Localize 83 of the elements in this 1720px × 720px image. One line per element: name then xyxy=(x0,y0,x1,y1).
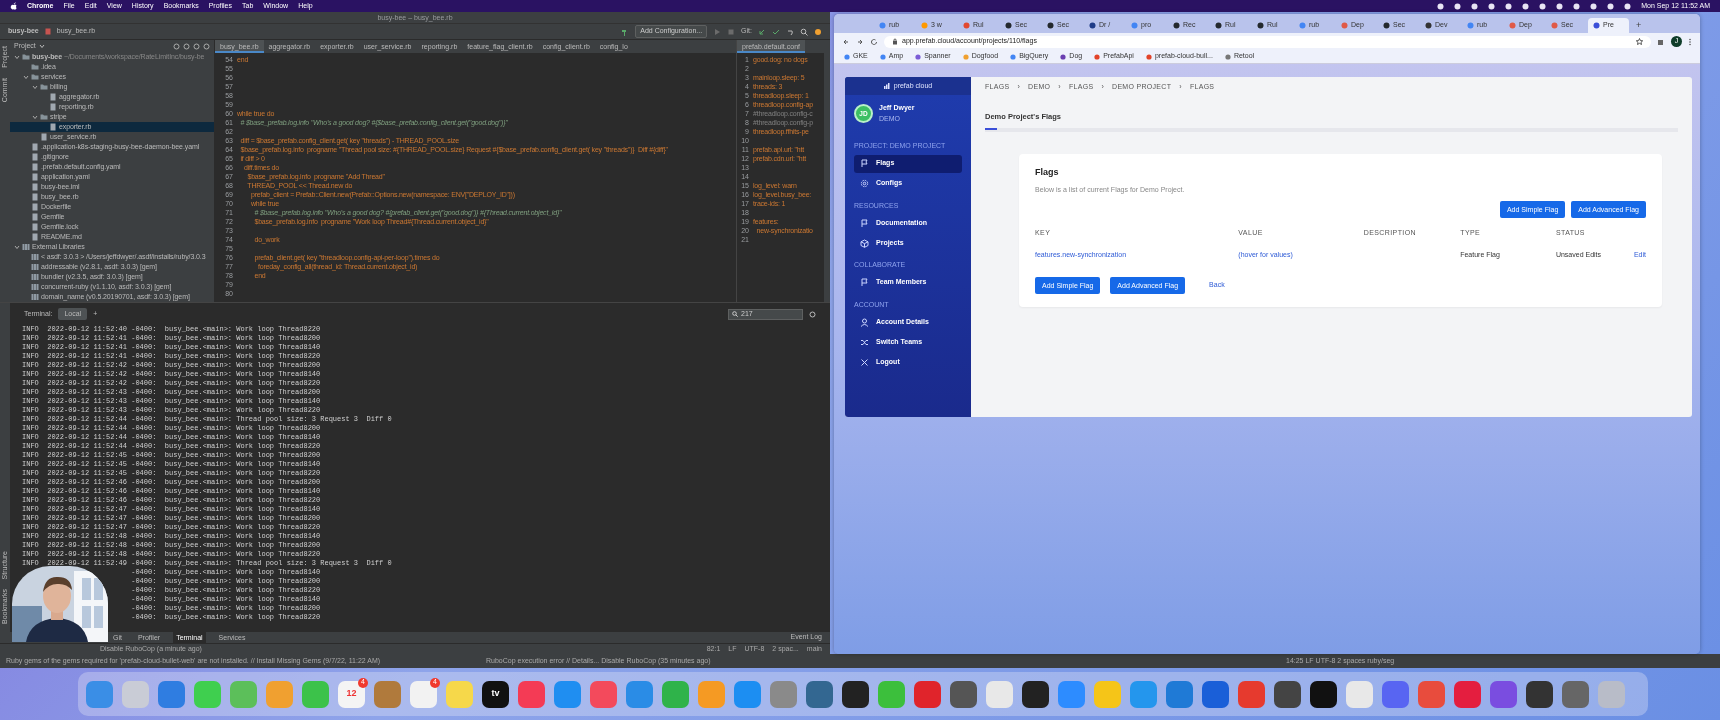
search-icon[interactable] xyxy=(800,27,808,36)
extension-icon[interactable] xyxy=(1657,37,1665,46)
menu-icon[interactable] xyxy=(1688,37,1692,46)
library-icon xyxy=(31,263,39,271)
app-icon[interactable] xyxy=(1022,680,1049,708)
logo-icon[interactable] xyxy=(10,2,17,10)
file-icon xyxy=(44,28,51,35)
new-tab-button[interactable]: + xyxy=(1630,18,1648,33)
flag-icon xyxy=(860,159,869,168)
site-icon xyxy=(1094,53,1101,60)
site-icon xyxy=(1145,53,1152,60)
app-icon[interactable] xyxy=(1310,680,1337,708)
status-icon[interactable] xyxy=(1454,2,1462,10)
app-icon[interactable]: tv xyxy=(482,680,509,708)
stop-icon[interactable] xyxy=(727,27,736,36)
library-icon xyxy=(22,243,30,251)
status-icon[interactable] xyxy=(1624,2,1632,10)
site-icon xyxy=(1383,22,1390,29)
site-icon xyxy=(1215,22,1222,29)
site-icon xyxy=(1551,22,1558,29)
forward-icon[interactable] xyxy=(856,37,864,46)
app-icon[interactable] xyxy=(842,680,869,708)
status-icon[interactable] xyxy=(1505,2,1513,10)
undo-icon[interactable] xyxy=(786,27,794,36)
status-icon[interactable] xyxy=(1437,2,1445,10)
star-icon[interactable] xyxy=(1636,38,1643,45)
library-icon xyxy=(31,293,39,301)
site-icon xyxy=(1005,22,1012,29)
site-icon xyxy=(915,53,922,60)
site-icon xyxy=(879,22,886,29)
dropdown-icon[interactable] xyxy=(38,43,45,49)
shuffle-icon xyxy=(860,337,869,347)
site-icon xyxy=(1131,22,1138,29)
check-icon[interactable] xyxy=(772,27,780,36)
site-icon xyxy=(1425,22,1432,29)
site-icon xyxy=(962,53,969,60)
site-icon xyxy=(844,53,850,60)
site-icon xyxy=(1593,22,1600,29)
active-tab-indicator xyxy=(985,127,997,130)
lock-icon xyxy=(892,38,898,45)
search-icon xyxy=(732,311,738,317)
app-icon[interactable] xyxy=(1526,680,1553,708)
arrow-icon[interactable] xyxy=(758,27,766,36)
site-icon xyxy=(1010,53,1017,60)
play-icon[interactable] xyxy=(713,27,722,36)
site-icon xyxy=(1467,22,1474,29)
status-icon[interactable] xyxy=(1556,2,1564,10)
status-icon[interactable] xyxy=(1488,2,1496,10)
close-icon xyxy=(860,357,869,367)
app-icon[interactable] xyxy=(1274,680,1301,708)
site-icon xyxy=(1047,22,1054,29)
site-icon xyxy=(963,22,970,29)
site-icon xyxy=(1299,22,1306,29)
card-title: Flags xyxy=(1035,165,1060,179)
library-icon xyxy=(31,273,39,281)
logo-icon xyxy=(883,83,891,89)
site-icon xyxy=(1224,53,1231,60)
chevron-icon[interactable] xyxy=(32,114,38,120)
user-icon xyxy=(860,317,869,327)
chevron-icon[interactable] xyxy=(14,244,20,250)
flag-icon xyxy=(860,278,869,287)
site-icon xyxy=(1257,22,1264,29)
site-icon xyxy=(1089,22,1096,29)
site-icon xyxy=(879,53,886,60)
status-icon[interactable] xyxy=(1522,2,1530,10)
site-icon xyxy=(1341,22,1348,29)
site-icon xyxy=(921,22,928,29)
status-icon[interactable] xyxy=(1471,2,1479,10)
gear-icon xyxy=(860,179,869,188)
site-icon xyxy=(1060,53,1067,60)
status-icon[interactable] xyxy=(1573,2,1581,10)
reload-icon[interactable] xyxy=(870,37,878,46)
back-icon[interactable] xyxy=(842,37,850,46)
library-icon xyxy=(31,253,39,261)
status-icon[interactable] xyxy=(1590,2,1598,10)
cube-icon xyxy=(860,238,869,248)
chevron-icon[interactable] xyxy=(14,54,20,60)
site-icon xyxy=(1509,22,1516,29)
status-icon[interactable] xyxy=(1539,2,1547,10)
flag-icon xyxy=(860,218,869,228)
library-icon xyxy=(31,283,39,291)
site-icon xyxy=(1173,22,1180,29)
status-icon[interactable] xyxy=(1607,2,1615,10)
